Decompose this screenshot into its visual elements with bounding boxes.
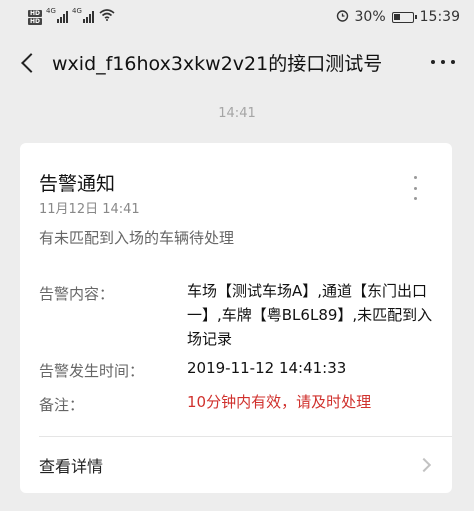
page-title: wxid_f16hox3xkw2v21的接口测试号: [52, 52, 383, 75]
remark-value: 10分钟内有效，请及时处理: [187, 393, 372, 411]
battery-icon: [391, 11, 417, 23]
view-details-link[interactable]: 查看详情: [20, 437, 452, 493]
template-message-card[interactable]: 告警通知 11月12日 14:41 有未匹配到入场的车辆待处理 告警内容： 车场…: [20, 143, 452, 493]
hd-label-2: HD: [28, 17, 43, 25]
card-date: 11月12日 14:41: [39, 202, 140, 217]
network-type-2: 4G: [72, 7, 82, 15]
hd-icon: HD HD: [28, 9, 43, 25]
status-right: 30% 15:39: [336, 9, 460, 26]
wifi-icon: [99, 9, 115, 25]
remark-label: 备注：: [39, 396, 85, 414]
alarm-time-value: 2019-11-12 14:41:33: [187, 359, 347, 377]
signal-icon-2: 4G: [72, 7, 95, 23]
more-icon[interactable]: [428, 48, 458, 76]
back-icon[interactable]: [16, 48, 44, 76]
status-bar: HD HD 4G 4G 30% 15:39: [0, 0, 474, 34]
message-timestamp: 14:41: [218, 106, 256, 121]
signal-icon-1: 4G: [46, 7, 69, 23]
battery-percent: 30%: [354, 9, 386, 25]
network-type-1: 4G: [46, 7, 56, 15]
alarm-clock-icon: [336, 9, 349, 26]
clock-time: 15:39: [419, 9, 460, 25]
alarm-content-label: 告警内容：: [39, 285, 115, 303]
alarm-time-label: 告警发生时间：: [39, 362, 145, 380]
chevron-right-icon: [416, 457, 432, 473]
view-details-label: 查看详情: [39, 457, 104, 476]
card-summary: 有未匹配到入场的车辆待处理: [39, 229, 235, 247]
card-title: 告警通知: [39, 173, 116, 195]
alarm-content-value: 车场【测试车场A】,通道【东门出口一】,车牌【粤BL6L89】,未匹配到入场记录: [187, 282, 433, 348]
nav-bar: wxid_f16hox3xkw2v21的接口测试号: [0, 34, 474, 90]
hd-label-1: HD: [28, 9, 43, 17]
kebab-menu-icon[interactable]: [412, 176, 418, 200]
status-left: HD HD 4G 4G: [28, 7, 115, 25]
